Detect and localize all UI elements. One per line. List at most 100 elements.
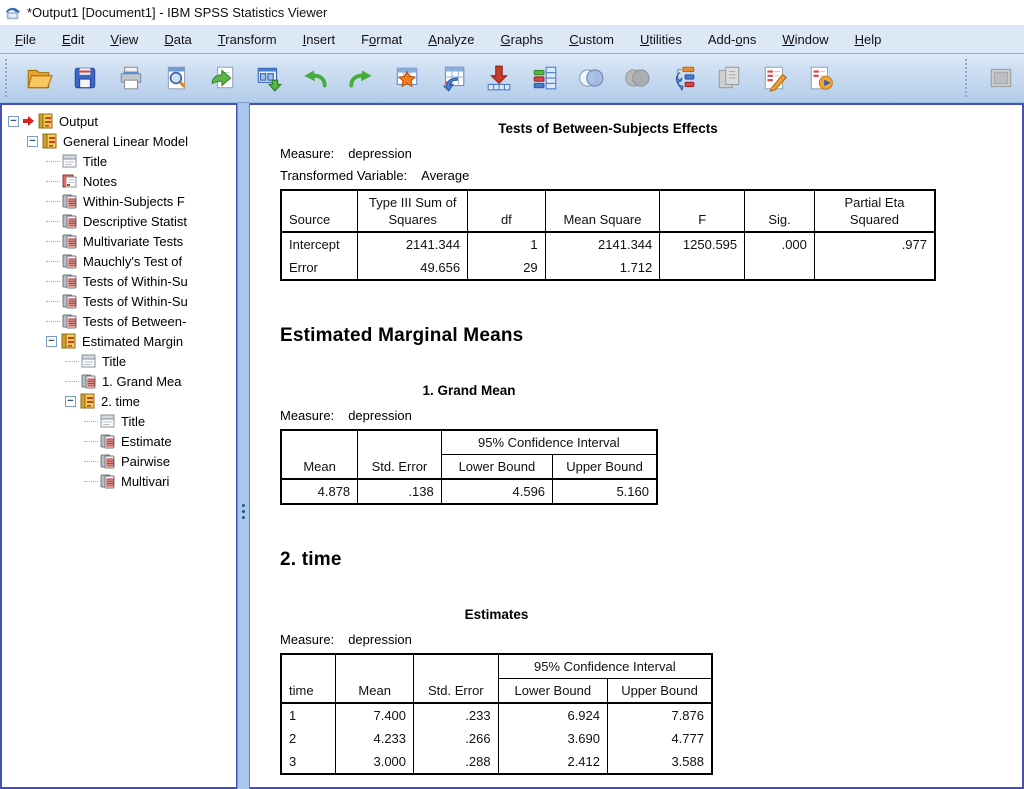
tree-item-estimate[interactable]: Estimate xyxy=(6,431,234,451)
table-arrow-icon xyxy=(439,64,467,92)
recall-dialogs-button[interactable] xyxy=(205,58,241,98)
tree-item-title[interactable]: Title xyxy=(6,351,234,371)
menu-add-ons[interactable]: Add-ons xyxy=(695,26,769,53)
goto-data-button[interactable] xyxy=(435,58,471,98)
tree-item-general-linear-model[interactable]: − General Linear Model xyxy=(6,131,234,151)
tree-connector xyxy=(46,261,60,262)
cell: Error xyxy=(281,256,358,280)
output-item-grand-mean[interactable]: 1. Grand Mean Measure:depression Mean St… xyxy=(280,383,658,505)
print-button[interactable] xyxy=(113,58,149,98)
menu-utilities[interactable]: Utilities xyxy=(627,26,695,53)
tree-item-1-grand-mea[interactable]: 1. Grand Mea xyxy=(6,371,234,391)
tree-item-label: 1. Grand Mea xyxy=(102,374,182,389)
estimates-table[interactable]: time Mean Std. Error 95% Confidence Inte… xyxy=(280,653,713,775)
ci-spanner-header: 95% Confidence Interval xyxy=(441,430,657,455)
menu-file[interactable]: File xyxy=(2,26,49,53)
table-icon xyxy=(61,253,78,269)
tree-item-pairwise[interactable]: Pairwise xyxy=(6,451,234,471)
tree-item-title[interactable]: Title xyxy=(6,151,234,171)
tree-item-label: Title xyxy=(121,414,145,429)
edit-document-icon xyxy=(761,64,789,92)
cell: .288 xyxy=(414,750,499,774)
variables-button[interactable] xyxy=(527,58,563,98)
menu-window[interactable]: Window xyxy=(769,26,841,53)
insert-case-button[interactable] xyxy=(481,58,517,98)
weight-cases-button xyxy=(619,58,655,98)
book-icon xyxy=(79,393,96,409)
tree-item-notes[interactable]: Notes xyxy=(6,171,234,191)
col-header: df xyxy=(468,190,546,232)
tree-collapse-icon[interactable]: − xyxy=(27,136,38,147)
between-subjects-table[interactable]: Source Type III Sum of Squares df Mean S… xyxy=(280,189,936,281)
split-file-button[interactable] xyxy=(665,58,701,98)
toolbar-grip[interactable] xyxy=(5,59,12,97)
cell: 4.596 xyxy=(441,479,552,504)
table-icon xyxy=(80,373,97,389)
output-item-estimates[interactable]: Estimates Measure:depression time Mean S… xyxy=(280,607,713,775)
tree-collapse-icon[interactable]: − xyxy=(46,336,57,347)
tree-collapse-icon[interactable]: − xyxy=(8,116,19,127)
tree-item-descriptive-statist[interactable]: Descriptive Statist xyxy=(6,211,234,231)
table-icon xyxy=(99,433,116,449)
title-icon xyxy=(61,153,78,169)
cell: 4.777 xyxy=(608,727,712,750)
tree-item-tests-of-between-[interactable]: Tests of Between- xyxy=(6,311,234,331)
section-heading-emm[interactable]: Estimated Marginal Means xyxy=(280,325,1022,347)
menu-view[interactable]: View xyxy=(97,26,151,53)
tree-item-mauchly-s-test-of[interactable]: Mauchly's Test of xyxy=(6,251,234,271)
table-header-row: Mean Std. Error 95% Confidence Interval xyxy=(281,430,657,455)
tree-item-label: Multivariate Tests xyxy=(83,234,183,249)
tree-item-output[interactable]: −Output xyxy=(6,111,234,131)
redo-button[interactable] xyxy=(343,58,379,98)
tree-item-label: General Linear Model xyxy=(63,134,188,149)
tree-collapse-icon[interactable]: − xyxy=(65,396,76,407)
tree-item-title[interactable]: Title xyxy=(6,411,234,431)
menu-transform[interactable]: Transform xyxy=(205,26,290,53)
tree-item-within-subjects-f[interactable]: Within-Subjects F xyxy=(6,191,234,211)
book-icon xyxy=(37,113,54,129)
menu-data[interactable]: Data xyxy=(151,26,204,53)
cell: 49.656 xyxy=(358,256,468,280)
title-icon xyxy=(80,353,97,369)
tree-item-tests-of-within-su[interactable]: Tests of Within-Su xyxy=(6,271,234,291)
cell: 4.233 xyxy=(336,727,414,750)
tree-item-tests-of-within-su[interactable]: Tests of Within-Su xyxy=(6,291,234,311)
save-button[interactable] xyxy=(67,58,103,98)
print-icon xyxy=(117,64,145,92)
menu-help[interactable]: Help xyxy=(842,26,895,53)
grand-mean-table[interactable]: Mean Std. Error 95% Confidence Interval … xyxy=(280,429,658,505)
tree-item-label: Descriptive Statist xyxy=(83,214,187,229)
table-title: 1. Grand Mean xyxy=(280,383,658,398)
edit-output-button[interactable] xyxy=(757,58,793,98)
undo-button[interactable] xyxy=(297,58,333,98)
col-header: F xyxy=(660,190,745,232)
title-icon xyxy=(80,353,97,369)
ci-spanner-header: 95% Confidence Interval xyxy=(498,654,712,679)
menu-custom[interactable]: Custom xyxy=(556,26,627,53)
menu-analyze[interactable]: Analyze xyxy=(415,26,487,53)
print-preview-button[interactable] xyxy=(159,58,195,98)
menu-format[interactable]: Format xyxy=(348,26,415,53)
menu-edit[interactable]: Edit xyxy=(49,26,97,53)
cell xyxy=(814,256,935,280)
goto-case-button[interactable] xyxy=(389,58,425,98)
tree-item-multivariate-tests[interactable]: Multivariate Tests xyxy=(6,231,234,251)
select-cases-button[interactable] xyxy=(573,58,609,98)
tree-item-multivari[interactable]: Multivari xyxy=(6,471,234,491)
pivot-table-icon xyxy=(61,313,78,329)
output-item-between-subjects[interactable]: Tests of Between-Subjects Effects Measur… xyxy=(280,121,936,281)
run-script-button[interactable] xyxy=(803,58,839,98)
splitter-grip[interactable] xyxy=(242,501,246,522)
menu-insert[interactable]: Insert xyxy=(290,26,349,53)
open-button[interactable] xyxy=(21,58,57,98)
pane-splitter[interactable] xyxy=(237,103,250,789)
cell: .977 xyxy=(814,232,935,256)
tree-item-estimated-margin[interactable]: −Estimated Margin xyxy=(6,331,234,351)
export-button[interactable] xyxy=(251,58,287,98)
menu-graphs[interactable]: Graphs xyxy=(488,26,557,53)
table-row: Error 49.656 29 1.712 xyxy=(281,256,935,280)
section-heading-time[interactable]: 2. time xyxy=(280,549,1022,571)
tree-item-2-time[interactable]: −2. time xyxy=(6,391,234,411)
tree-item-label: Pairwise xyxy=(121,454,170,469)
cell: .266 xyxy=(414,727,499,750)
